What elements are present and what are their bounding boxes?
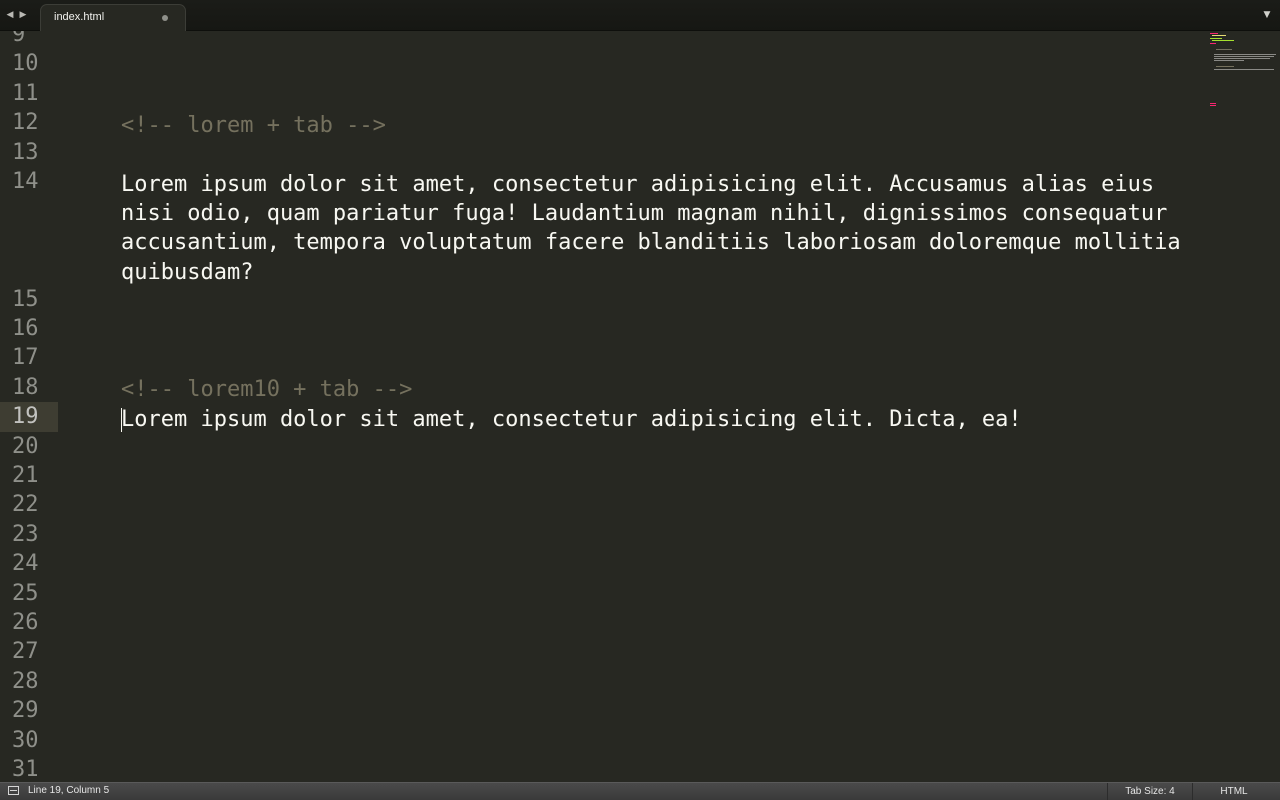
minimap-line (1216, 49, 1232, 50)
editor-area: 9 10 11 12 13 14 15 16 17 18 19 20 21 22 23 24 25 26 27 28 2… (0, 31, 1280, 782)
line-number: 20 (12, 433, 39, 459)
line-number: 27 (12, 639, 39, 665)
tab-size-selector[interactable]: Tab Size: 4 (1108, 783, 1192, 800)
code-line-paragraph-lorem: Lorem ipsum dolor sit amet, consectetur … (121, 171, 1194, 285)
line-number: 9 (12, 31, 26, 47)
nav-back-icon[interactable]: ◀ (5, 8, 15, 22)
code-text-area[interactable]: <!-- lorem + tab --> Lorem ipsum dolor s… (121, 31, 1201, 782)
minimap-line (1212, 40, 1234, 41)
minimap-line (1212, 35, 1226, 36)
line-number: 17 (12, 345, 39, 371)
minimap-line (1210, 38, 1222, 39)
code-line-comment-lorem: <!-- lorem + tab --> (121, 112, 386, 138)
minimap-line (1214, 56, 1274, 57)
tab-index-html[interactable]: index.html (40, 4, 186, 31)
line-number: 11 (12, 80, 39, 106)
text-caret (121, 407, 122, 432)
line-number: 22 (12, 492, 39, 518)
panel-toggle-icon[interactable] (8, 786, 19, 795)
line-number: 12 (12, 110, 39, 136)
line-number: 15 (12, 286, 39, 312)
line-number-gutter: 9 10 11 12 13 14 15 16 17 18 19 20 21 22 23 24 25 26 27 28 2… (0, 31, 60, 782)
line-number: 19 (12, 404, 39, 430)
line-number: 25 (12, 580, 39, 606)
minimap-line (1210, 103, 1216, 104)
minimap-line (1214, 60, 1244, 61)
tab-title: index.html (54, 11, 105, 23)
line-number: 13 (12, 139, 39, 165)
nav-forward-icon[interactable]: ▶ (18, 8, 28, 22)
line-number: 28 (12, 668, 39, 694)
minimap-line (1210, 105, 1216, 106)
line-number: 30 (12, 727, 39, 753)
unsaved-dot-icon[interactable] (162, 15, 168, 21)
tab-menu-chevron-icon[interactable]: ▼ (1261, 8, 1273, 22)
editor-window: ◀ ▶ index.html ▼ 9 10 11 12 13 14 15 16 17 18 19 20… (0, 0, 1280, 800)
minimap-line (1214, 54, 1276, 55)
line-number: 16 (12, 316, 39, 341)
line-number: 24 (12, 551, 39, 577)
line-number: 18 (12, 374, 39, 400)
minimap-line (1216, 66, 1234, 67)
line-number: 26 (12, 610, 39, 635)
line-number: 23 (12, 521, 39, 547)
code-line-paragraph-lorem10: Lorem ipsum dolor sit amet, consectetur … (121, 406, 1022, 432)
line-number: 10 (12, 51, 39, 77)
status-cursor-position: Line 19, Column 5 (28, 785, 110, 796)
line-number: 29 (12, 698, 39, 724)
tab-bar: ◀ ▶ index.html ▼ (0, 0, 1280, 31)
line-number: 21 (12, 463, 39, 488)
minimap-line (1210, 43, 1216, 44)
line-number: 14 (12, 169, 39, 194)
minimap-line (1214, 69, 1274, 70)
line-number: 31 (12, 757, 39, 782)
code-line-comment-lorem10: <!-- lorem10 + tab --> (121, 377, 413, 403)
minimap-line (1214, 58, 1270, 59)
minimap[interactable] (1208, 31, 1280, 782)
syntax-selector[interactable]: HTML (1192, 783, 1276, 800)
status-bar: Line 19, Column 5 Tab Size: 4 HTML (0, 782, 1280, 800)
minimap-line (1210, 33, 1218, 34)
